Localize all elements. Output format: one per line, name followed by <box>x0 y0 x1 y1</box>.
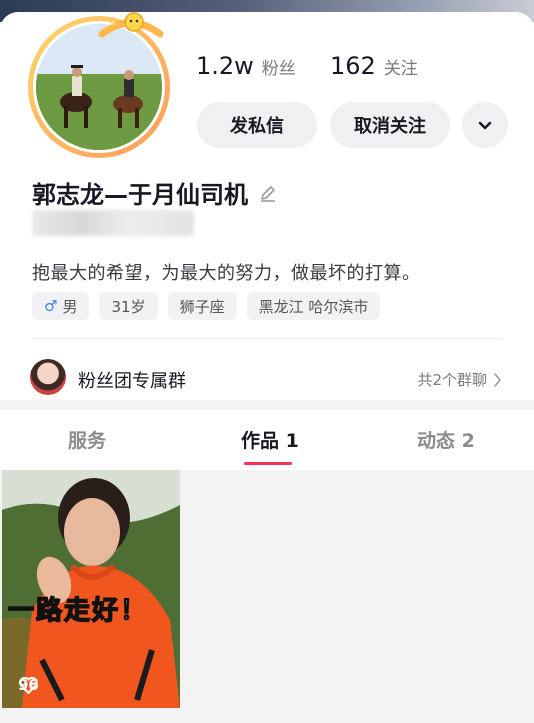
tab-dynamics[interactable]: 动态 2 <box>417 426 475 453</box>
following-stat[interactable]: 162 关注 <box>330 52 418 80</box>
video-caption: 一路走好！ <box>7 595 149 627</box>
profile-name-row: 郭志龙—于月仙司机 <box>32 175 278 210</box>
profile-bio: 抱最大的希望，为最大的努力，做最坏的打算。 <box>32 263 421 284</box>
video-thumbnail[interactable]: 一路走好！ 96 <box>2 470 180 708</box>
following-count: 162 <box>330 52 376 80</box>
fans-stat[interactable]: 1.2w 粉丝 <box>196 52 296 80</box>
fan-group-avatar <box>30 359 66 395</box>
age-tag: 31岁 <box>99 292 158 320</box>
edit-icon[interactable] <box>258 183 278 203</box>
fan-group-row[interactable]: 粉丝团专属群 共2个群聊 <box>0 346 534 410</box>
fan-group-title: 粉丝团专属群 <box>78 371 186 392</box>
video-cover-image <box>2 470 180 708</box>
chevron-down-icon <box>478 121 492 130</box>
profile-card: 1.2w 粉丝 162 关注 发私信 取消关注 郭志龙—于月仙司机 抱最大的希望… <box>0 12 534 400</box>
section-divider <box>32 338 502 339</box>
video-likes: 96 <box>18 676 39 694</box>
fan-group-count: 共2个群聊 <box>417 369 502 390</box>
location-tag: 黑龙江 哈尔滨市 <box>246 292 381 320</box>
heart-icon <box>19 676 38 694</box>
blurred-account-id <box>32 210 194 236</box>
fan-group-count-label: 共2个群聊 <box>417 371 487 389</box>
avatar-photo <box>36 24 162 150</box>
fans-label: 粉丝 <box>261 59 296 79</box>
profile-name: 郭志龙—于月仙司机 <box>32 181 248 209</box>
avatar[interactable] <box>28 12 170 158</box>
works-grid: 一路走好！ 96 <box>0 470 534 723</box>
more-options-button[interactable] <box>462 102 508 148</box>
fans-count: 1.2w <box>196 52 254 80</box>
chevron-right-icon <box>494 372 502 387</box>
send-message-button[interactable]: 发私信 <box>197 102 317 148</box>
tab-works[interactable]: 作品 1 <box>241 426 299 453</box>
profile-tags: ♂ 男 31岁 狮子座 黑龙江 哈尔滨市 <box>32 292 381 320</box>
tab-service[interactable]: 服务 <box>68 426 106 453</box>
active-tab-indicator <box>244 462 292 465</box>
zodiac-tag: 狮子座 <box>167 292 237 320</box>
decoration-badge-icon <box>98 12 164 38</box>
unfollow-button[interactable]: 取消关注 <box>330 102 450 148</box>
gender-label: 男 <box>62 297 78 316</box>
gender-tag: ♂ 男 <box>32 292 90 320</box>
following-label: 关注 <box>383 59 418 79</box>
content-tabs: 服务 作品 1 动态 2 <box>0 410 534 470</box>
male-icon: ♂ <box>44 297 58 315</box>
avatar-image <box>33 21 165 153</box>
